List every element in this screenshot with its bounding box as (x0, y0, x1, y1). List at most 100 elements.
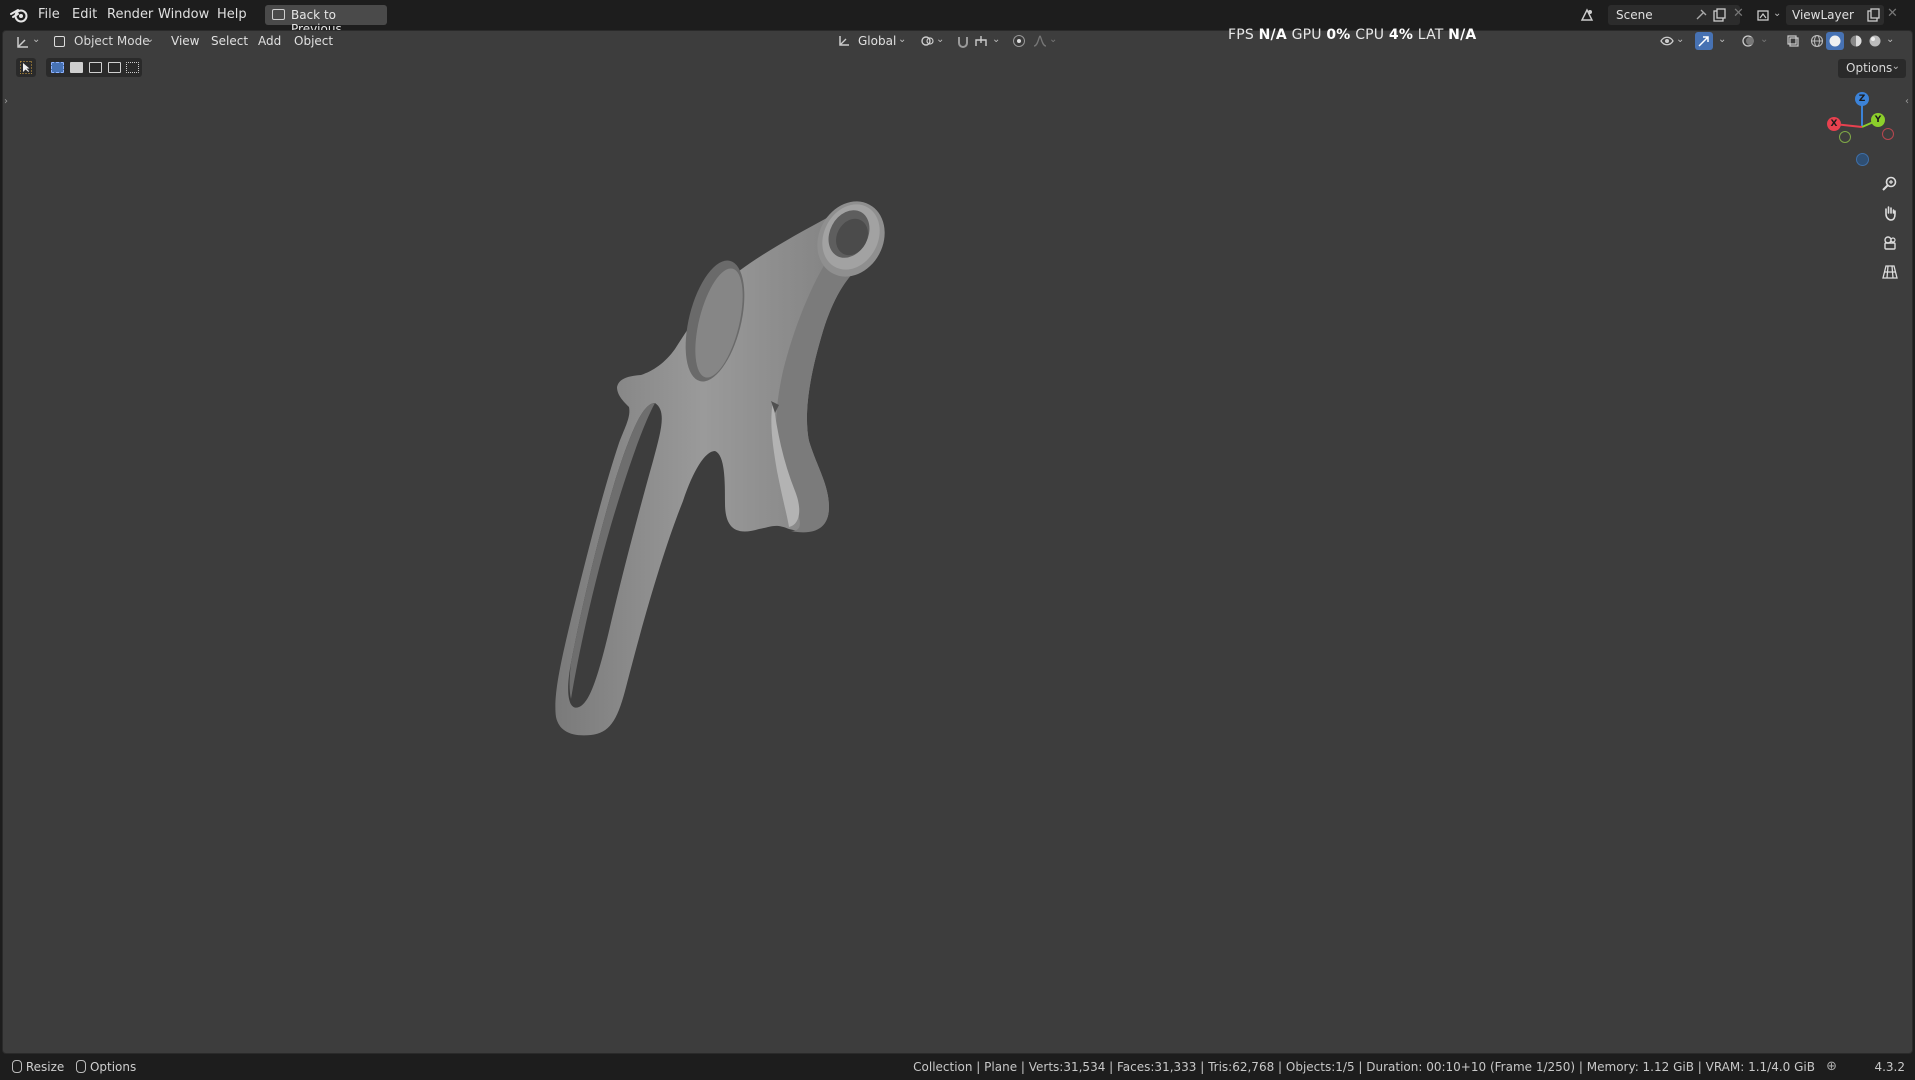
mouse-right-icon (76, 1060, 87, 1073)
selection-mode-group[interactable] (46, 58, 142, 77)
perspective-grid-icon (1882, 265, 1898, 279)
menu-window[interactable]: Window (158, 7, 209, 22)
zoom-icon (1882, 176, 1897, 191)
options-hint-label: Options (89, 1060, 137, 1074)
back-to-previous-button[interactable]: Back to Previous (265, 5, 387, 36)
select-invert-icon[interactable] (108, 62, 121, 73)
shading-solid-button[interactable] (1826, 32, 1844, 50)
pan-button[interactable] (1877, 200, 1903, 226)
object-mode-dropdown[interactable]: Object Mode ⌄ (50, 32, 158, 52)
menu-select[interactable]: Select (211, 34, 248, 48)
lat-label: LAT (1417, 27, 1444, 43)
status-bar: Resize Options Collection | Plane | Vert… (0, 1054, 1915, 1080)
snap-target-icon[interactable] (974, 34, 988, 48)
transform-orientation-icon[interactable] (837, 34, 851, 48)
falloff-icon[interactable] (1033, 34, 1047, 48)
chevron-down-icon: ⌄ (1760, 34, 1769, 45)
menu-view[interactable]: View (171, 34, 199, 48)
scene-name: Scene (1616, 8, 1653, 22)
editor-type-icon[interactable] (16, 35, 30, 49)
fps-value: N/A (1258, 27, 1287, 43)
select-tool-button[interactable] (16, 58, 36, 77)
camera-view-button[interactable] (1877, 230, 1903, 256)
pin-icon[interactable] (1694, 8, 1708, 22)
pivot-icon[interactable] (920, 34, 934, 48)
menu-file[interactable]: File (38, 7, 60, 22)
chevron-down-icon: ⌄ (1049, 34, 1058, 45)
top-menu-bar: File Edit Render Window Help Back to Pre… (0, 0, 1915, 36)
axis-neg-y-icon[interactable] (1839, 131, 1851, 143)
mode-label: Object Mode (74, 34, 150, 48)
gizmo-icon (1698, 36, 1709, 47)
select-extend-icon[interactable] (70, 62, 83, 73)
performance-stats: FPS N/A GPU 0% CPU 4% LAT N/A (1228, 27, 1476, 43)
gizmo-toggle[interactable] (1695, 32, 1713, 50)
select-new-icon[interactable] (51, 62, 64, 73)
mouse-left-icon (12, 1060, 22, 1073)
view-layer-icon[interactable] (1757, 8, 1771, 22)
3d-viewport[interactable] (2, 30, 1913, 1054)
globe-icon[interactable]: ⊕ (1826, 1059, 1837, 1074)
chevron-down-icon: ⌄ (936, 34, 945, 45)
perspective-toggle-button[interactable] (1877, 259, 1903, 285)
navigation-gizmo[interactable]: Z Y X (1820, 85, 1910, 175)
scene-statistics: Collection | Plane | Verts:31,534 | Face… (913, 1060, 1815, 1074)
select-subtract-icon[interactable] (89, 62, 102, 73)
delete-scene-icon[interactable]: ✕ (1733, 6, 1744, 21)
menu-render[interactable]: Render (107, 7, 153, 22)
chevron-down-icon: ⌄ (1773, 8, 1782, 19)
snap-icon[interactable] (956, 34, 970, 48)
chevron-down-icon: ⌄ (992, 34, 1001, 45)
axis-x-icon[interactable]: X (1827, 117, 1841, 131)
select-intersect-icon[interactable] (126, 62, 139, 73)
scene-icon[interactable] (1580, 8, 1594, 22)
transform-orientation-dropdown[interactable]: Global (858, 34, 896, 48)
axis-neg-x-icon[interactable] (1882, 128, 1894, 140)
axis-z-icon[interactable]: Z (1855, 92, 1869, 106)
overlay-icon[interactable] (1742, 34, 1756, 48)
chevron-down-icon: ⌄ (145, 34, 154, 45)
menu-help[interactable]: Help (217, 7, 247, 22)
menu-object[interactable]: Object (294, 34, 333, 48)
cursor-arrow-icon (20, 61, 32, 74)
resize-hint-label: Resize (25, 1060, 65, 1074)
camera-view-icon (1884, 236, 1896, 250)
delete-view-layer-icon[interactable]: ✕ (1887, 6, 1898, 21)
version-label: 4.3.2 (1874, 1060, 1905, 1074)
trigger-model[interactable] (3, 31, 1913, 1054)
editor-type-chevron-icon: ⌄ (32, 34, 41, 45)
cpu-label: CPU (1355, 27, 1385, 43)
fps-label: FPS (1228, 27, 1254, 43)
chevron-down-icon: ⌄ (1718, 34, 1727, 45)
options-dropdown[interactable]: Options ⌄ (1838, 59, 1906, 78)
new-scene-icon[interactable] (1712, 8, 1726, 22)
chevron-down-icon: ⌄ (1676, 34, 1685, 45)
menu-add[interactable]: Add (258, 34, 281, 48)
chevron-down-icon: ⌄ (898, 34, 907, 45)
status-hints: Resize Options (12, 1060, 136, 1074)
view-layer-name: ViewLayer (1792, 8, 1854, 22)
shading-rendered-icon[interactable] (1868, 34, 1882, 48)
screen-icon (272, 9, 285, 20)
axis-neg-z-icon[interactable] (1856, 153, 1869, 166)
object-mode-icon (54, 36, 65, 47)
cpu-value: 4% (1388, 27, 1414, 43)
xray-icon[interactable] (1786, 34, 1800, 48)
visibility-icon[interactable] (1660, 34, 1674, 48)
lat-value: N/A (1448, 27, 1477, 43)
new-view-layer-icon[interactable] (1866, 8, 1880, 22)
toolbar-expand-icon[interactable]: › (4, 96, 8, 107)
blender-logo-icon[interactable] (10, 7, 28, 23)
chevron-down-icon: ⌄ (1886, 34, 1895, 45)
menu-edit[interactable]: Edit (72, 7, 97, 22)
gpu-label: GPU (1291, 27, 1322, 43)
axis-y-icon[interactable]: Y (1871, 113, 1885, 127)
chevron-down-icon: ⌄ (1891, 61, 1900, 72)
shading-material-icon[interactable] (1849, 34, 1863, 48)
pan-hand-icon (1885, 206, 1896, 221)
options-label: Options (1846, 61, 1893, 75)
shading-solid-icon (1829, 35, 1841, 47)
zoom-button[interactable] (1877, 171, 1903, 197)
shading-wireframe-icon[interactable] (1810, 34, 1824, 48)
proportional-edit-icon[interactable] (1012, 34, 1026, 48)
